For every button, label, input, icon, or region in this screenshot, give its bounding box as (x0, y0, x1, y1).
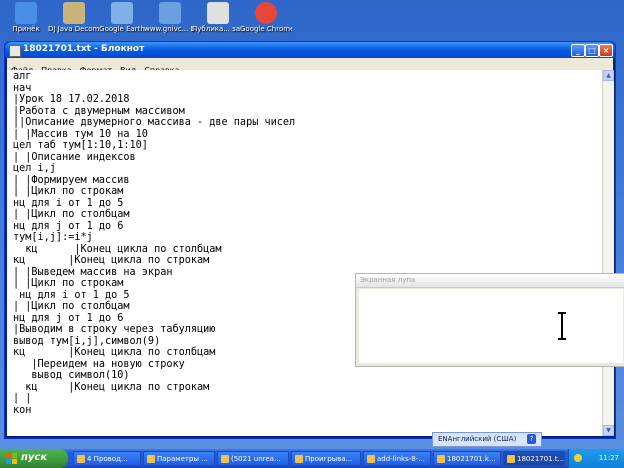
magnifier-title-bar[interactable]: Экранная лупа (356, 274, 624, 288)
desktop-icon-3[interactable]: Google Earth (96, 2, 148, 44)
menu-bar: ФайлПравкаФорматВидСправка (7, 58, 613, 75)
taskbar-button[interactable]: Параметры ... (143, 451, 215, 466)
magnifier-view (359, 289, 623, 363)
vertical-scrollbar[interactable]: ▲ ▼ (602, 70, 614, 436)
desktop-icon-label: www.gnivc... Браузер... (144, 25, 196, 33)
start-label: пуск (21, 452, 48, 463)
task-label: 18021701.t... (517, 455, 565, 463)
taskbar-button-active[interactable]: 18021701.t... (503, 451, 565, 466)
recycle-icon (15, 2, 37, 24)
settings-icon (147, 455, 155, 463)
desktop-icon-label: DJ Java Decompil (48, 25, 100, 33)
notepad-icon (507, 455, 515, 463)
task-label: add-links-8-... (377, 455, 425, 463)
folder-icon (367, 455, 375, 463)
task-label: (5021 unrea... (231, 455, 281, 463)
mail-icon (221, 455, 229, 463)
desktop-icon-label: Публика... за 2011 го... (192, 25, 244, 33)
desktop-icon-label: Google Earth (99, 25, 145, 33)
tray-icon[interactable] (574, 454, 582, 462)
taskbar-button[interactable]: 4 Провод... (73, 451, 141, 466)
language-indicator[interactable]: ENАнглийский (США) (438, 433, 516, 446)
chrome-icon (255, 2, 277, 24)
text-editor[interactable]: алг нач |Урок 18 17.02.2018 |Работа с дв… (7, 70, 602, 436)
player-icon (295, 455, 303, 463)
desktop-icon-1[interactable]: Принёк (0, 2, 52, 44)
magnifier-window: Экранная лупа (355, 273, 624, 367)
taskbar-button[interactable]: add-links-8-... (363, 451, 431, 466)
desktop-icon-2[interactable]: DJ Java Decompil (48, 2, 100, 44)
magnifier-title: Экранная лупа (360, 276, 416, 284)
document-icon (207, 2, 229, 24)
help-icon[interactable]: ? (527, 434, 536, 444)
folder-icon (77, 455, 85, 463)
clock: 11:27 (598, 454, 619, 462)
notepad-window: 18021701.txt - Блокнот _ □ × ФайлПравкаФ… (4, 41, 616, 439)
start-button[interactable]: пуск (0, 449, 68, 468)
desktop-icon-label: Google Chrome (240, 25, 292, 33)
task-label: 4 Провод... (87, 455, 128, 463)
minimize-button[interactable]: _ (571, 44, 585, 57)
task-label: 18021701.k... (447, 455, 496, 463)
system-tray: 11:27 (568, 449, 624, 468)
window-title: 18021701.txt - Блокнот (23, 44, 145, 54)
desktop-icon-label: Принёк (12, 25, 40, 33)
browser-icon (159, 2, 181, 24)
close-button[interactable]: × (599, 44, 613, 57)
taskbar-button[interactable]: Проигрыва... (291, 451, 361, 466)
earth-icon (111, 2, 133, 24)
maximize-button[interactable]: □ (585, 44, 599, 57)
task-label: Параметры ... (157, 455, 208, 463)
language-bar[interactable]: ENАнглийский (США) ? (432, 432, 542, 447)
taskbar-button[interactable]: 18021701.k... (433, 451, 501, 466)
notepad-icon (9, 45, 21, 57)
text-cursor-icon (558, 312, 566, 340)
kumir-icon (437, 455, 445, 463)
windows-flag-icon (6, 453, 17, 464)
scroll-down-icon[interactable]: ▼ (603, 425, 614, 436)
decompiler-icon (63, 2, 85, 24)
scroll-up-icon[interactable]: ▲ (603, 70, 614, 81)
desktop-icon-6[interactable]: Google Chrome (240, 2, 292, 44)
title-bar[interactable]: 18021701.txt - Блокнот _ □ × (5, 42, 615, 58)
desktop-icon-5[interactable]: Публика... за 2011 го... (192, 2, 244, 44)
taskbar: пуск 4 Провод... Параметры ... (5021 unr… (0, 449, 624, 468)
task-label: Проигрыва... (305, 455, 353, 463)
desktop-icons: Принёк DJ Java Decompil Google Earth www… (0, 0, 624, 44)
taskbar-button[interactable]: (5021 unrea... (217, 451, 289, 466)
desktop-icon-4[interactable]: www.gnivc... Браузер... (144, 2, 196, 44)
